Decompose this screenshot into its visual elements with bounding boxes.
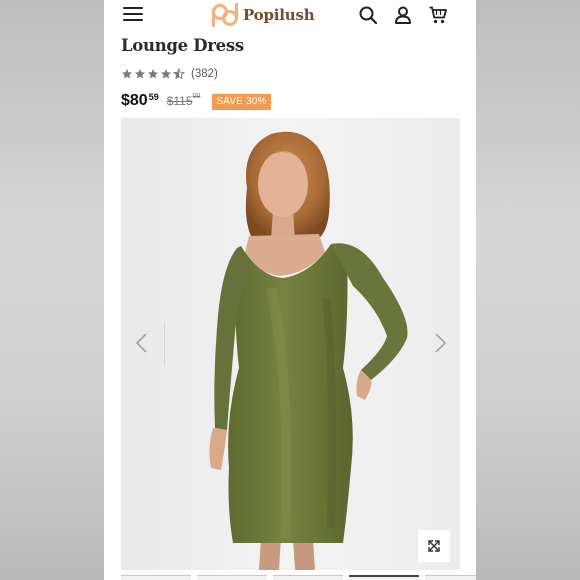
cart-icon[interactable]	[428, 5, 448, 25]
chevron-right-icon[interactable]	[429, 330, 451, 356]
account-icon[interactable]	[393, 5, 413, 25]
popilush-logo-mark	[212, 3, 238, 27]
price-row: $80 59 $115 00 SAVE 30%	[121, 92, 271, 112]
brand-name: Popilush	[243, 6, 315, 24]
product-title: Lounge Dress	[121, 36, 244, 55]
thumbnail[interactable]	[197, 575, 267, 580]
current-price-cents: 59	[148, 92, 159, 102]
star-icon	[122, 69, 132, 79]
expand-icon	[428, 540, 440, 552]
star-icon	[148, 69, 158, 79]
original-price-cents: 00	[192, 93, 201, 100]
review-count[interactable]: (382)	[191, 68, 218, 80]
star-icon	[161, 69, 171, 79]
top-navigation-bar: Popilush	[104, 0, 476, 32]
star-icon	[135, 69, 145, 79]
background-left	[0, 0, 104, 580]
thumbnail-strip	[121, 575, 476, 580]
search-icon[interactable]	[358, 5, 378, 25]
half-star-icon	[173, 68, 185, 80]
original-price: $115	[166, 94, 193, 108]
gallery-divider-left	[164, 322, 165, 366]
thumbnail[interactable]	[121, 575, 191, 580]
zoom-button[interactable]	[418, 530, 450, 562]
save-badge: SAVE 30%	[212, 94, 271, 110]
thumbnail-active[interactable]	[349, 575, 419, 580]
chevron-left-icon[interactable]	[131, 330, 153, 356]
current-price: $80	[121, 92, 148, 109]
menu-icon[interactable]	[123, 5, 145, 23]
brand-logo[interactable]: Popilush	[210, 2, 315, 28]
product-image-gallery[interactable]	[121, 118, 460, 570]
product-photo[interactable]	[121, 118, 460, 570]
thumbnail[interactable]	[273, 575, 343, 580]
product-page: Popilush Lounge Dress (382) $80 59 $115 …	[104, 0, 476, 580]
background-right	[476, 0, 580, 580]
product-rating[interactable]: (382)	[121, 68, 218, 80]
thumbnail[interactable]	[425, 575, 476, 580]
